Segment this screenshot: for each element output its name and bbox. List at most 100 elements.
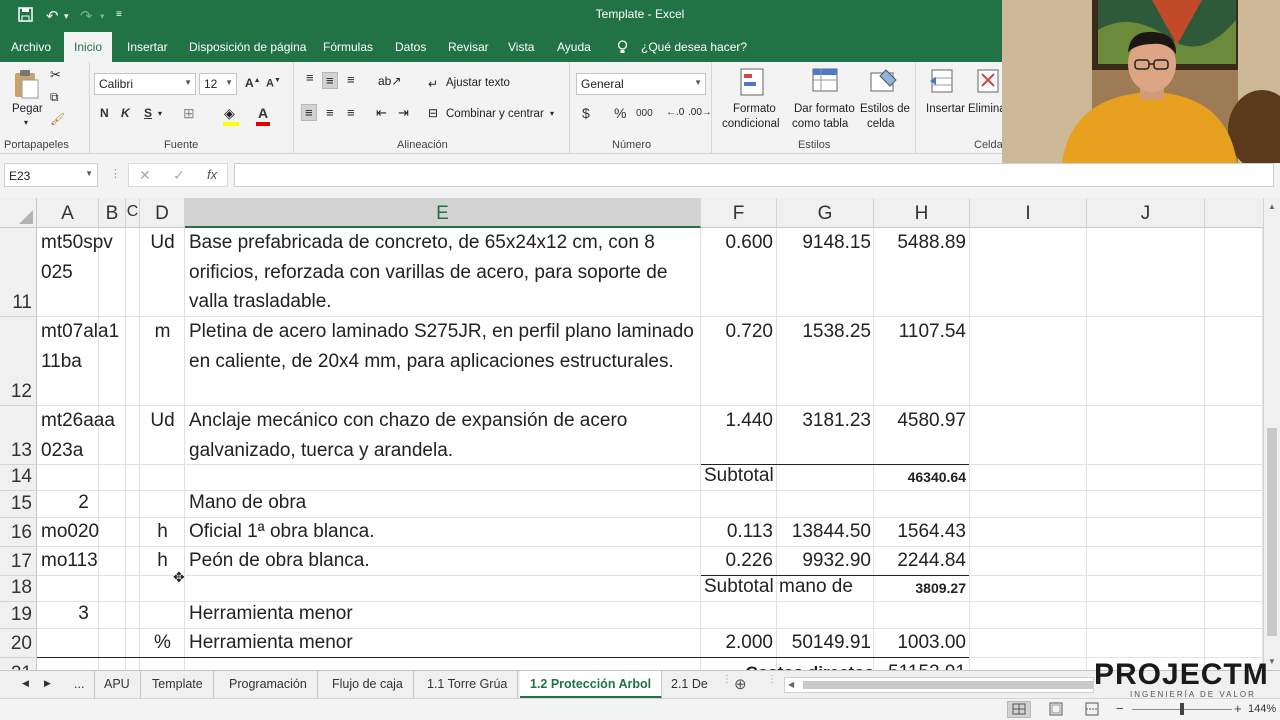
- cell-quantity[interactable]: Subtotal mano de: [704, 572, 884, 602]
- delete-cells-icon[interactable]: [976, 68, 1000, 101]
- col-header-i[interactable]: I: [970, 198, 1087, 228]
- conditional-format-label-2[interactable]: condicional: [722, 118, 780, 130]
- hscroll-thumb[interactable]: [803, 681, 1093, 689]
- cell-description[interactable]: Pletina de acero laminado S275JR, en per…: [189, 317, 694, 376]
- row-header[interactable]: 15: [0, 491, 37, 518]
- col-header-j[interactable]: J: [1087, 198, 1205, 228]
- borders-icon[interactable]: ⊞: [183, 105, 195, 122]
- formula-input[interactable]: [234, 163, 1274, 187]
- scroll-thumb[interactable]: [1267, 428, 1277, 636]
- italic-button[interactable]: K: [121, 106, 130, 120]
- font-name-select[interactable]: Calibri ▼: [94, 73, 196, 95]
- cell-unit[interactable]: m: [140, 317, 185, 347]
- page-break-view-icon[interactable]: [1082, 702, 1102, 720]
- col-header-c[interactable]: C: [126, 198, 140, 228]
- page-layout-view-icon[interactable]: [1046, 702, 1066, 720]
- row-header[interactable]: 12: [0, 317, 37, 406]
- insert-cells-icon[interactable]: [930, 68, 954, 101]
- tab-insertar[interactable]: Insertar: [127, 40, 168, 54]
- row-header[interactable]: 13: [0, 406, 37, 465]
- tab-vista[interactable]: Vista: [508, 40, 534, 54]
- sheet-tab-programacion[interactable]: Programación: [219, 671, 318, 699]
- cell-code[interactable]: mo113: [41, 546, 129, 576]
- cell-code[interactable]: 2: [41, 488, 126, 518]
- cell-unit[interactable]: %: [140, 628, 185, 658]
- delete-cells-button[interactable]: Elimina: [968, 103, 1006, 115]
- orientation-icon[interactable]: ab↗: [378, 74, 401, 88]
- sheet-tab-more[interactable]: ...: [64, 671, 96, 699]
- cell-code[interactable]: mt07ala1 11ba: [41, 317, 129, 376]
- format-table-icon[interactable]: [812, 68, 840, 101]
- worksheet-grid[interactable]: A B C D E F G H I J ▲ ▼ 11 mt50spv 025 Ud B…: [0, 198, 1280, 670]
- cell-price[interactable]: 1538.25: [777, 317, 871, 347]
- sheet-tab-proteccion-arbol[interactable]: 1.2 Protección Arbol: [520, 671, 663, 699]
- font-size-select[interactable]: 12 ▼: [199, 73, 237, 95]
- tab-inicio[interactable]: Inicio: [64, 32, 113, 62]
- tab-datos[interactable]: Datos: [395, 40, 426, 54]
- cell-price[interactable]: 50149.91: [777, 628, 871, 658]
- zoom-level[interactable]: 144%: [1248, 703, 1276, 715]
- copy-icon[interactable]: ⧉: [50, 90, 59, 105]
- thousands-button[interactable]: 000: [636, 108, 653, 119]
- paste-label[interactable]: Pegar: [12, 103, 43, 115]
- zoom-slider-thumb[interactable]: [1180, 703, 1184, 715]
- insert-cells-button[interactable]: Insertar: [926, 103, 965, 115]
- cell-total[interactable]: 4580.97: [874, 406, 966, 436]
- grow-font-icon[interactable]: A▲: [245, 76, 261, 90]
- tab-archivo[interactable]: Archivo: [11, 40, 51, 54]
- col-header-a[interactable]: A: [37, 198, 99, 228]
- row-header[interactable]: 21: [0, 658, 37, 670]
- shrink-font-icon[interactable]: A▼: [266, 77, 281, 90]
- cell-quantity[interactable]: 0.113: [701, 517, 773, 547]
- cell-price[interactable]: 3181.23: [777, 406, 871, 436]
- cell-code[interactable]: 3: [41, 599, 126, 629]
- prev-sheet-icon[interactable]: ◀: [22, 678, 29, 689]
- cell-description[interactable]: Base prefabricada de concreto, de 65x24x…: [189, 228, 694, 317]
- cell-total[interactable]: 5488.89: [874, 228, 966, 258]
- format-table-label[interactable]: Dar formato: [794, 103, 855, 115]
- font-color-icon[interactable]: A: [258, 105, 268, 121]
- cut-icon[interactable]: ✂: [50, 67, 61, 83]
- col-header-h[interactable]: H: [874, 198, 970, 228]
- cell-description[interactable]: Mano de obra: [189, 488, 694, 518]
- cell-unit[interactable]: Ud: [140, 228, 185, 258]
- vertical-scrollbar[interactable]: ▲ ▼: [1263, 198, 1280, 670]
- cell-total[interactable]: 1564.43: [874, 517, 966, 547]
- cell-total[interactable]: 1107.54: [874, 317, 966, 347]
- cancel-icon[interactable]: ✕: [139, 167, 151, 184]
- cell-total[interactable]: 1003.00: [874, 628, 966, 658]
- cell-code[interactable]: mt26aaa 023a: [41, 406, 129, 465]
- cell-code[interactable]: mo020: [41, 517, 129, 547]
- scroll-left-icon[interactable]: ◀: [788, 680, 794, 689]
- zoom-in-icon[interactable]: +: [1234, 701, 1242, 716]
- name-box[interactable]: E23 ▼: [4, 163, 98, 187]
- col-header-g[interactable]: G: [777, 198, 874, 228]
- sheet-tab-torre-grua[interactable]: 1.1 Torre Grúa: [417, 671, 519, 699]
- cell-price[interactable]: 9148.15: [777, 228, 871, 258]
- conditional-format-label[interactable]: Formato: [733, 103, 776, 115]
- merge-dropdown-icon[interactable]: ▾: [550, 109, 554, 118]
- cell-quantity[interactable]: 0.600: [701, 228, 773, 258]
- underline-button[interactable]: S: [144, 106, 152, 120]
- col-header-d[interactable]: D: [140, 198, 185, 228]
- sheet-tab-template[interactable]: Template: [142, 671, 214, 699]
- tab-formulas[interactable]: Fórmulas: [323, 40, 373, 54]
- next-sheet-icon[interactable]: ▶: [44, 678, 51, 689]
- col-header-b[interactable]: B: [99, 198, 126, 228]
- col-header-e[interactable]: E: [185, 198, 701, 228]
- paste-dropdown-icon[interactable]: ▾: [24, 118, 28, 127]
- conditional-format-icon[interactable]: [740, 68, 766, 101]
- fill-color-icon[interactable]: ◈: [224, 105, 235, 122]
- cell-unit[interactable]: Ud: [140, 406, 185, 436]
- tab-ayuda[interactable]: Ayuda: [557, 40, 591, 54]
- cell-description[interactable]: Peón de obra blanca.: [189, 546, 694, 576]
- decrease-decimal-icon[interactable]: .00→: [688, 107, 712, 118]
- cell-price[interactable]: Costos directos: [740, 658, 874, 670]
- align-top-icon[interactable]: ≡: [306, 70, 314, 85]
- cell-quantity[interactable]: 2.000: [701, 628, 773, 658]
- decrease-indent-icon[interactable]: ⇤: [376, 105, 387, 121]
- select-all-corner[interactable]: [0, 198, 37, 228]
- insert-function-icon[interactable]: fx: [207, 167, 217, 182]
- row-header[interactable]: 18: [0, 576, 37, 602]
- row-header[interactable]: 14: [0, 465, 37, 491]
